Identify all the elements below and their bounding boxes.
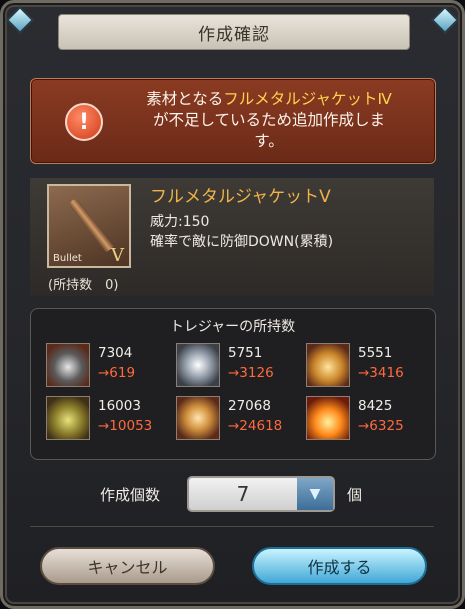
owned-count: (所持数 0): [48, 278, 119, 293]
treasure-remaining: →6325: [358, 418, 404, 434]
warning-text: 素材となるフルメタルジャケットⅣ が不足しているため追加作成しま す。: [146, 90, 392, 150]
item-description: 威力:150 確率で敵に防御DOWN(累積): [150, 214, 334, 250]
bullet-item-icon: Bullet V: [47, 184, 131, 268]
quantity-unit: 個: [347, 486, 363, 504]
treasure-owned: 7304: [98, 345, 133, 361]
silver-orb-icon: [176, 343, 220, 387]
bullet-icon: [67, 197, 115, 253]
treasure-remaining: →3126: [228, 365, 274, 381]
item-icon-rank: V: [111, 245, 124, 266]
silver-ore-icon: [46, 343, 90, 387]
treasure-item: 27068 →24618: [176, 396, 301, 444]
treasure-item: 5551 →3416: [306, 343, 431, 391]
fire-crystal-icon: [306, 396, 350, 440]
create-button-label: 作成する: [307, 558, 372, 577]
gold-orb-icon: [176, 396, 220, 440]
treasure-title: トレジャーの所持数: [169, 319, 296, 335]
green-chest-icon: [46, 396, 90, 440]
quantity-label: 作成個数: [100, 486, 161, 504]
treasure-remaining: →10053: [98, 418, 153, 434]
treasure-remaining: →3416: [358, 365, 404, 381]
cancel-button-label: キャンセル: [87, 558, 168, 577]
chevron-down-icon[interactable]: ▼: [297, 478, 333, 510]
create-button[interactable]: 作成する: [252, 547, 427, 585]
treasure-item: 7304 →619: [46, 343, 171, 391]
treasure-owned: 5551: [358, 345, 393, 361]
exclamation-icon: !: [65, 103, 103, 141]
quantity-select[interactable]: 7 ▼: [187, 476, 335, 512]
treasure-owned: 5751: [228, 345, 263, 361]
treasure-item: 5751 →3126: [176, 343, 301, 391]
item-name: フルメタルジャケットⅤ: [150, 187, 331, 207]
treasure-item: 16003 →10053: [46, 396, 171, 444]
treasure-owned: 8425: [358, 398, 393, 414]
dialog-title-bar: 作成確認: [58, 14, 410, 50]
dialog-title: 作成確認: [198, 24, 270, 45]
treasure-owned: 16003: [98, 398, 141, 414]
gold-bar-icon: [306, 343, 350, 387]
treasure-owned: 27068: [228, 398, 271, 414]
treasure-remaining: →619: [98, 365, 136, 381]
treasure-remaining: →24618: [228, 418, 283, 434]
divider: [30, 526, 434, 527]
treasure-item: 8425 →6325: [306, 396, 431, 444]
warning-banner: ! 素材となるフルメタルジャケットⅣ が不足しているため追加作成しま す。: [30, 78, 436, 164]
cancel-button[interactable]: キャンセル: [40, 547, 215, 585]
item-icon-label: Bullet: [53, 253, 82, 264]
quantity-value: 7: [236, 482, 250, 506]
